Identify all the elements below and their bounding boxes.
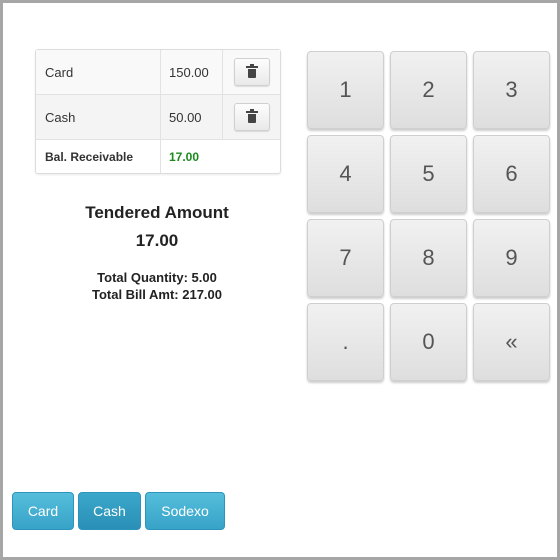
balance-label: Bal. Receivable: [36, 140, 161, 173]
tendered-amount: 17.00: [135, 231, 179, 250]
key-backspace[interactable]: «: [473, 303, 550, 381]
payment-amount: 50.00: [161, 95, 223, 139]
balance-row: Bal. Receivable 17.00: [36, 140, 280, 173]
payment-method-buttons: Card Cash Sodexo: [12, 492, 225, 530]
sodexo-button[interactable]: Sodexo: [145, 492, 225, 530]
total-quantity: Total Quantity: 5.00: [97, 270, 217, 285]
pos-window: Card 150.00 Cash 50.00 Bal. Receivable 1…: [0, 0, 560, 560]
payment-method: Card: [36, 50, 161, 94]
tendered-title: Tendered Amount: [85, 203, 229, 222]
card-button[interactable]: Card: [12, 492, 74, 530]
trash-icon: [245, 64, 258, 78]
payment-row: Cash 50.00: [36, 95, 280, 140]
key-2[interactable]: 2: [390, 51, 467, 129]
payment-amount: 150.00: [161, 50, 223, 94]
key-5[interactable]: 5: [390, 135, 467, 213]
key-3[interactable]: 3: [473, 51, 550, 129]
trash-icon: [245, 109, 258, 123]
key-4[interactable]: 4: [307, 135, 384, 213]
payment-method: Cash: [36, 95, 161, 139]
balance-amount: 17.00: [169, 149, 200, 164]
cash-button[interactable]: Cash: [78, 492, 141, 530]
key-decimal[interactable]: .: [307, 303, 384, 381]
payments-table: Card 150.00 Cash 50.00 Bal. Receivable 1…: [35, 49, 281, 174]
payment-row: Card 150.00: [36, 50, 280, 95]
tendered-summary: Tendered Amount 17.00 Total Quantity: 5.…: [35, 203, 279, 303]
key-8[interactable]: 8: [390, 219, 467, 297]
key-9[interactable]: 9: [473, 219, 550, 297]
numeric-keypad: 1 2 3 4 5 6 7 8 9 . 0 «: [307, 51, 550, 381]
delete-payment-button[interactable]: [233, 103, 270, 131]
key-6[interactable]: 6: [473, 135, 550, 213]
key-7[interactable]: 7: [307, 219, 384, 297]
total-bill-amount: Total Bill Amt: 217.00: [91, 287, 223, 302]
key-1[interactable]: 1: [307, 51, 384, 129]
key-0[interactable]: 0: [390, 303, 467, 381]
delete-payment-button[interactable]: [233, 58, 270, 86]
